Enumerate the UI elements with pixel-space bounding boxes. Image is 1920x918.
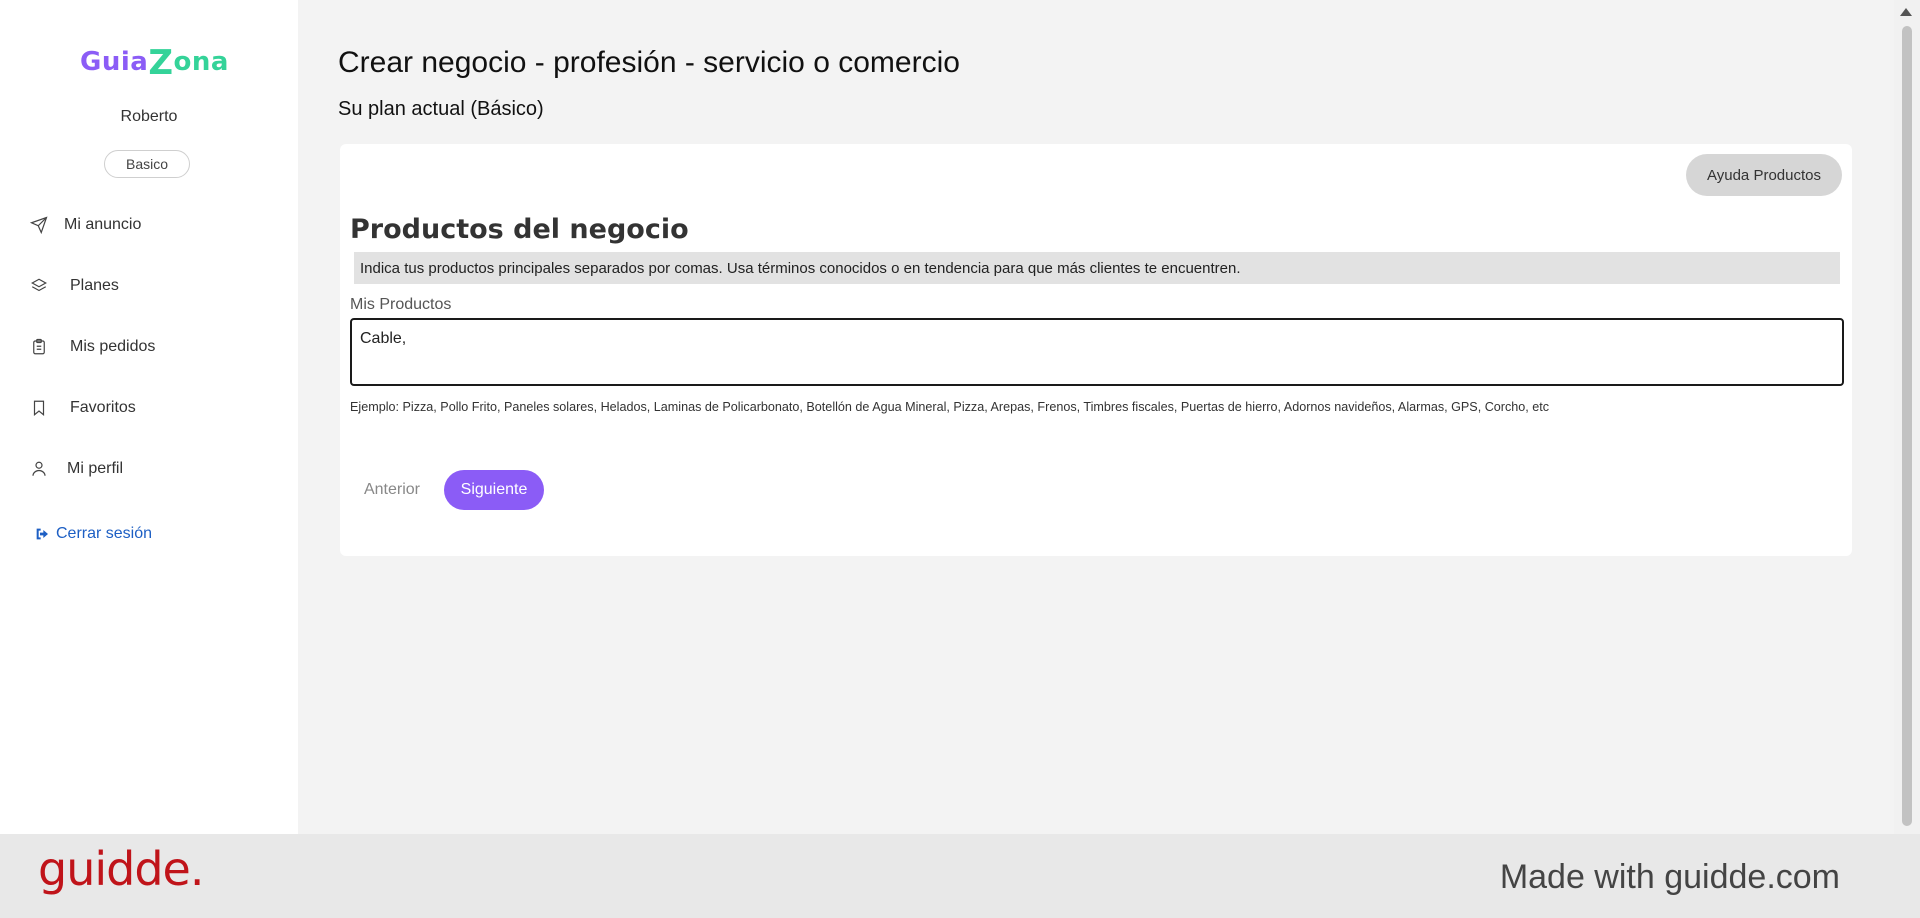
- sidebar: Guia Zona Roberto Basico Mi anuncio Plane…: [0, 0, 298, 834]
- products-card: Ayuda Productos Productos del negocio In…: [340, 144, 1852, 556]
- logo-text-z: Z: [148, 43, 174, 83]
- next-button[interactable]: Siguiente: [444, 470, 544, 510]
- main-content: Crear negocio - profesión - servicio o c…: [298, 8, 1894, 834]
- sidebar-item-label: Planes: [70, 277, 119, 294]
- current-plan-text: Su plan actual (Básico): [338, 98, 544, 120]
- user-icon: [28, 458, 50, 480]
- scroll-up-arrow-icon[interactable]: [1900, 8, 1912, 16]
- sidebar-item-label: Mis pedidos: [70, 338, 156, 355]
- hint-bar: Indica tus productos principales separad…: [354, 252, 1840, 284]
- guidde-footer: guidde. Made with guidde.com: [0, 834, 1920, 918]
- scroll-thumb[interactable]: [1902, 26, 1912, 826]
- guidde-logo: guidde.: [38, 842, 204, 896]
- user-name: Roberto: [120, 108, 178, 125]
- vertical-scrollbar[interactable]: [1894, 0, 1920, 834]
- made-with-text: Made with guidde.com: [1499, 858, 1840, 896]
- sidebar-item-mis-pedidos[interactable]: Mis pedidos: [28, 332, 155, 362]
- logout-label: Cerrar sesión: [56, 525, 153, 542]
- sidebar-item-mi-anuncio[interactable]: Mi anuncio: [28, 210, 141, 240]
- sidebar-item-planes[interactable]: Planes: [28, 271, 119, 301]
- logo-text-part2: ona: [173, 47, 229, 77]
- previous-button[interactable]: Anterior: [354, 470, 430, 510]
- guiazona-logo[interactable]: Guia Zona: [80, 43, 228, 83]
- layers-icon: [28, 275, 50, 297]
- clipboard-icon: [28, 336, 50, 358]
- sidebar-item-label: Mi perfil: [67, 460, 124, 477]
- sidebar-item-label: Mi anuncio: [64, 216, 142, 233]
- logo-text-part1: Guia: [80, 47, 149, 77]
- page-title: Crear negocio - profesión - servicio o c…: [338, 46, 960, 79]
- help-products-button[interactable]: Ayuda Productos: [1686, 154, 1842, 196]
- bookmark-icon: [28, 397, 50, 419]
- products-field-label: Mis Productos: [350, 296, 452, 313]
- products-input[interactable]: [350, 318, 1844, 386]
- sidebar-item-favoritos[interactable]: Favoritos: [28, 393, 136, 423]
- sidebar-item-label: Favoritos: [70, 399, 136, 416]
- plan-badge: Basico: [104, 150, 190, 178]
- section-title: Productos del negocio: [350, 214, 689, 245]
- sign-out-icon: [36, 528, 48, 540]
- section-title-text: Productos del negocio: [350, 214, 689, 245]
- sidebar-item-mi-perfil[interactable]: Mi perfil: [28, 454, 123, 484]
- send-icon: [28, 214, 50, 236]
- logout-link[interactable]: Cerrar sesión: [34, 522, 152, 546]
- example-text: Ejemplo: Pizza, Pollo Frito, Paneles sol…: [350, 400, 1550, 414]
